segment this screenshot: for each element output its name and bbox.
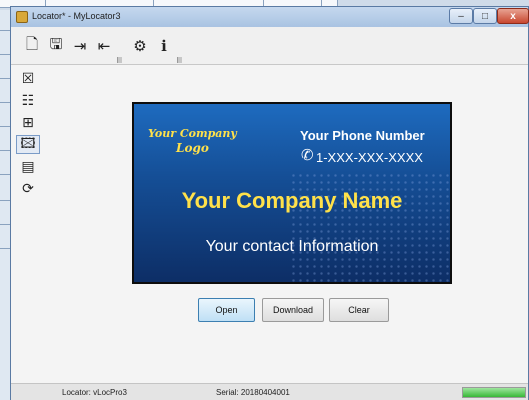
- card-logo-line1: Your Company: [148, 127, 237, 140]
- status-bar: Locator: vLocPro3 Serial: 20180404001: [11, 383, 528, 400]
- progress-fill: [463, 388, 525, 397]
- toolbar: 🗋 🖫 ⇥ ⇤ ⚙ ℹ: [11, 27, 528, 65]
- open-button[interactable]: Open: [198, 298, 255, 322]
- phone-handset-icon: ✆: [301, 146, 314, 164]
- image-icon[interactable]: 🖾: [16, 135, 40, 154]
- phone-icon[interactable]: ▤: [16, 157, 40, 176]
- card-company-name: Your Company Name: [181, 188, 403, 213]
- card-contact-info: Your contact Information: [205, 238, 379, 255]
- status-locator: Locator: vLocPro3: [62, 388, 127, 397]
- download-button[interactable]: Download: [262, 298, 324, 322]
- sidebar: ☒ ☷ ⊞ 🖾 ▤ ⟳: [16, 69, 42, 383]
- app-icon: [16, 11, 28, 23]
- import-icon[interactable]: ⇤: [95, 37, 113, 55]
- refresh-icon[interactable]: ⟳: [16, 179, 40, 198]
- clear-button[interactable]: Clear: [329, 298, 389, 322]
- contact-card-icon[interactable]: ☒: [16, 69, 40, 88]
- business-card-preview: Your Company Logo Your Phone Number ✆ 1-…: [132, 102, 452, 284]
- info-icon[interactable]: ℹ: [155, 37, 173, 55]
- save-icon[interactable]: 🖫: [47, 35, 65, 55]
- list-icon[interactable]: ☷: [16, 91, 40, 110]
- status-progress-bar: [462, 387, 526, 398]
- title-bar[interactable]: Locator* - MyLocator3 – □ x: [11, 7, 529, 27]
- card-logo: Your Company Logo: [148, 126, 268, 156]
- close-button[interactable]: x: [497, 8, 529, 24]
- new-document-icon[interactable]: 🗋: [23, 35, 41, 55]
- minimize-button[interactable]: –: [449, 8, 473, 24]
- status-serial: Serial: 20180404001: [216, 388, 290, 397]
- content-area: ☒ ☷ ⊞ 🖾 ▤ ⟳ Your Company Logo Your Phone…: [11, 65, 528, 383]
- toolbar-grip[interactable]: [117, 57, 122, 63]
- card-phone-number: 1-XXX-XXX-XXXX: [316, 150, 423, 165]
- card-phone-label: Your Phone Number: [300, 128, 425, 143]
- window-title: Locator* - MyLocator3: [32, 11, 121, 21]
- grid-icon[interactable]: ⊞: [16, 113, 40, 132]
- card-logo-line2: Logo: [176, 141, 209, 155]
- maximize-button[interactable]: □: [473, 8, 497, 24]
- export-icon[interactable]: ⇥: [71, 37, 89, 55]
- locator-window: Locator* - MyLocator3 – □ x 🗋 🖫 ⇥ ⇤ ⚙ ℹ …: [10, 6, 529, 400]
- toolbar-grip[interactable]: [177, 57, 182, 63]
- settings-form-icon[interactable]: ⚙: [131, 37, 149, 55]
